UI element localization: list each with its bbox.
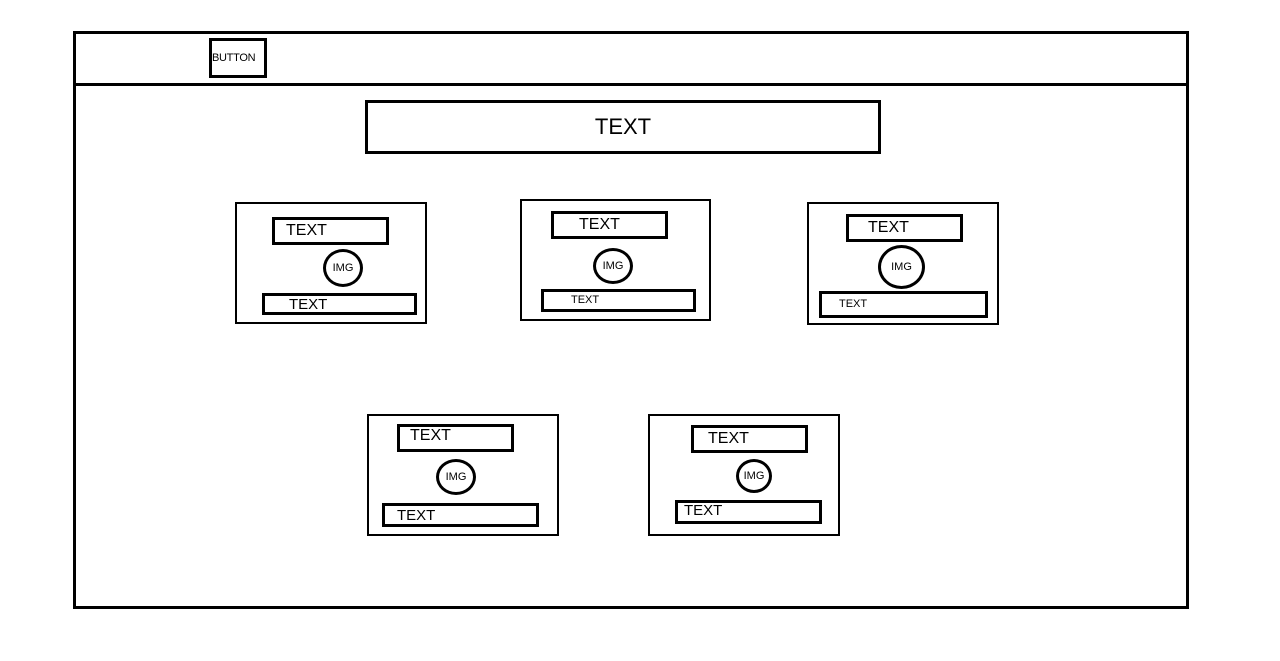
card-title: TEXT (551, 211, 668, 239)
header-bar: BUTTON (76, 34, 1186, 86)
card-image: IMG (878, 245, 925, 289)
card-title: TEXT (691, 425, 808, 453)
card[interactable]: TEXT IMG TEXT (807, 202, 999, 325)
card-caption: TEXT (675, 500, 822, 524)
card[interactable]: TEXT IMG TEXT (367, 414, 559, 536)
page-title: TEXT (365, 100, 881, 154)
page-frame: BUTTON TEXT TEXT IMG TEXT TEXT IMG TEXT … (73, 31, 1189, 609)
card-image: IMG (736, 459, 772, 493)
card-image: IMG (436, 459, 476, 495)
card-title: TEXT (272, 217, 389, 245)
card-caption: TEXT (262, 293, 417, 315)
card-title: TEXT (846, 214, 963, 242)
card[interactable]: TEXT IMG TEXT (520, 199, 711, 321)
card-caption: TEXT (382, 503, 539, 527)
card-image: IMG (593, 248, 633, 284)
card-caption: TEXT (819, 291, 988, 318)
header-button[interactable]: BUTTON (209, 38, 267, 78)
card-image: IMG (323, 249, 363, 287)
card-caption: TEXT (541, 289, 696, 312)
card[interactable]: TEXT IMG TEXT (235, 202, 427, 324)
card[interactable]: TEXT IMG TEXT (648, 414, 840, 536)
card-title: TEXT (397, 424, 514, 452)
